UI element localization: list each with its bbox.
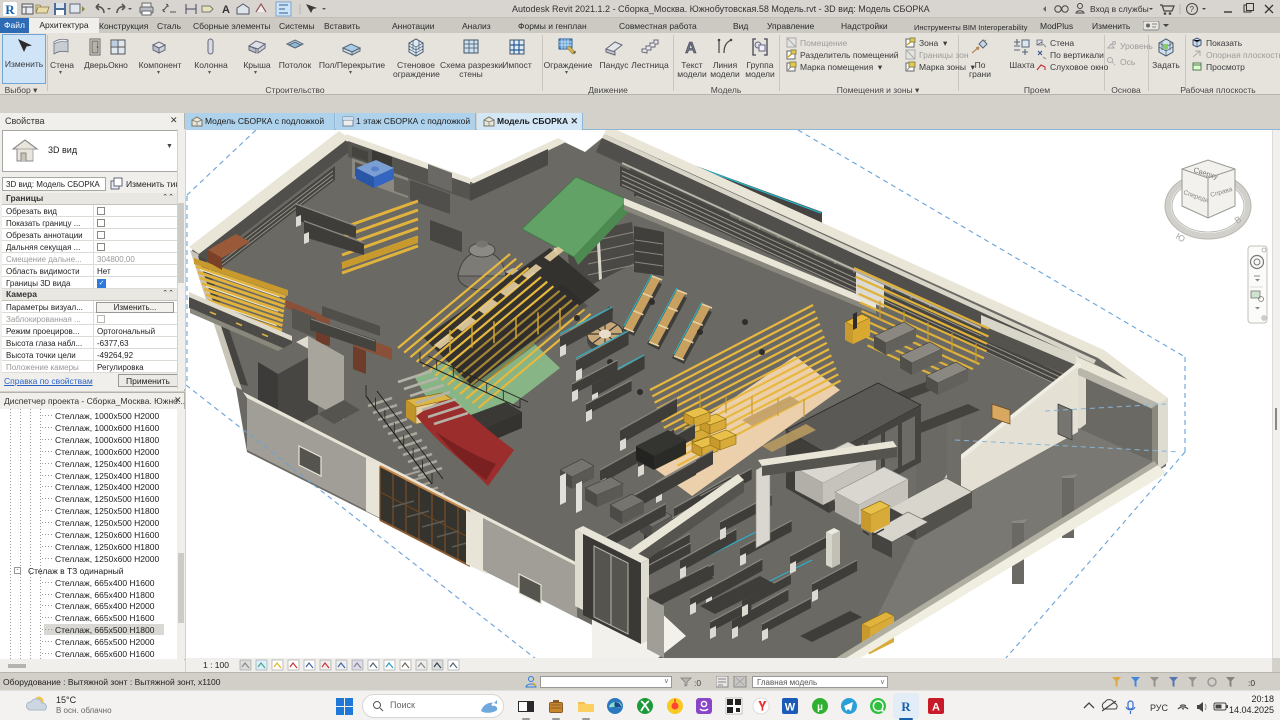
- svg-text:R: R: [5, 2, 15, 17]
- svg-text:A: A: [685, 40, 697, 57]
- svg-text:W: W: [785, 702, 796, 714]
- svg-text:µ: µ: [817, 702, 823, 713]
- svg-text:РУС: РУС: [1150, 703, 1169, 713]
- svg-text:A: A: [932, 702, 940, 714]
- svg-text:Вход в службы: Вход в службы: [1090, 4, 1149, 14]
- svg-text:R: R: [901, 699, 911, 714]
- svg-text::0: :0: [694, 678, 701, 688]
- svg-text:?: ?: [1190, 5, 1195, 14]
- svg-text:A: A: [222, 4, 230, 16]
- svg-text::0: :0: [1248, 678, 1255, 688]
